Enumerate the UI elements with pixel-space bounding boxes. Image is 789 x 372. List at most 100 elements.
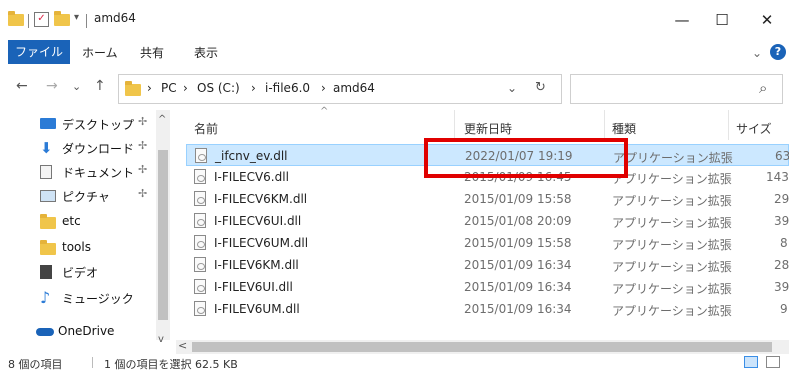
tab-share[interactable]: 共有: [140, 42, 164, 64]
dll-file-icon: [194, 279, 206, 294]
sidebar-item-label: ビデオ: [62, 266, 99, 280]
sidebar-item-documents[interactable]: ドキュメント ✢: [0, 160, 152, 184]
sidebar-item-tools[interactable]: tools: [0, 236, 152, 260]
sidebar-item-label: ミュージック: [62, 292, 134, 306]
scroll-up-icon[interactable]: ^: [158, 114, 166, 125]
divider: [92, 357, 93, 368]
file-type: アプリケーション拡張: [612, 238, 732, 252]
download-icon: ⬇: [40, 139, 53, 157]
breadcrumb-separator: ›: [147, 81, 152, 95]
breadcrumb-pc[interactable]: PC: [161, 81, 177, 95]
sidebar-item-music[interactable]: ♪ ミュージック: [0, 286, 152, 310]
divider: [86, 14, 87, 28]
sidebar-item-etc[interactable]: etc: [0, 210, 152, 234]
close-button[interactable]: ✕: [745, 6, 789, 34]
breadcrumb-separator: ›: [321, 81, 326, 95]
properties-icon[interactable]: ✓: [34, 12, 49, 27]
table-row[interactable]: I-FILEV6UI.dll 2015/01/09 16:34 アプリケーション…: [186, 276, 789, 298]
maximize-button[interactable]: ☐: [700, 6, 744, 34]
dll-file-icon: [194, 169, 206, 184]
folder-icon: [40, 240, 56, 255]
scrollbar-thumb[interactable]: [158, 150, 168, 320]
dll-file-icon: [194, 213, 206, 228]
file-name: _ifcnv_ev.dll: [215, 149, 288, 163]
sidebar-item-pictures[interactable]: ピクチャ ✢: [0, 184, 152, 208]
folder-icon: [40, 214, 56, 229]
column-header-date[interactable]: 更新日時: [464, 120, 512, 137]
file-size: 28: [774, 258, 789, 272]
window-title: amd64: [94, 11, 136, 25]
dll-file-icon: [194, 191, 206, 206]
pin-icon[interactable]: ✢: [138, 115, 147, 128]
horizontal-scrollbar[interactable]: <: [176, 339, 789, 354]
sidebar-item-videos[interactable]: ビデオ: [0, 260, 152, 284]
file-type: アプリケーション拡張: [612, 282, 732, 296]
help-icon[interactable]: ?: [770, 44, 786, 60]
address-bar[interactable]: › PC › OS (C:) › i-file6.0 › amd64 ⌄ ↻: [118, 74, 562, 104]
pin-icon[interactable]: ✢: [138, 163, 147, 176]
column-header-type[interactable]: 種類: [612, 120, 636, 137]
up-button[interactable]: ↑: [94, 78, 106, 94]
tab-file[interactable]: ファイル: [8, 40, 70, 64]
quick-access-dropdown-icon[interactable]: ▾: [74, 12, 79, 23]
table-row[interactable]: I-FILEV6KM.dll 2015/01/09 16:34 アプリケーション…: [186, 254, 789, 276]
sidebar-item-label: ドキュメント: [62, 166, 135, 180]
file-type: アプリケーション拡張: [612, 194, 732, 208]
breadcrumb-drive[interactable]: OS (C:): [197, 81, 240, 95]
column-header-size[interactable]: サイズ: [736, 120, 772, 137]
file-size: 8: [780, 236, 788, 250]
dll-file-icon: [194, 257, 206, 272]
status-bar: 8 個の項目 1 個の項目を選択 62.5 KB: [0, 354, 789, 371]
sidebar-item-label: OneDrive: [58, 324, 115, 338]
scroll-left-icon[interactable]: <: [178, 339, 187, 352]
sort-ascending-icon: ^: [320, 106, 329, 117]
divider: [604, 110, 605, 140]
table-row[interactable]: I-FILEV6UM.dll 2015/01/09 16:34 アプリケーション…: [186, 298, 789, 320]
file-type: アプリケーション拡張: [612, 216, 732, 230]
tab-home[interactable]: ホーム: [82, 42, 118, 64]
sidebar-item-label: ダウンロード: [62, 142, 135, 156]
file-date: 2015/01/09 16:34: [464, 280, 572, 294]
forward-button[interactable]: →: [46, 78, 58, 94]
scroll-down-icon[interactable]: v: [158, 334, 164, 345]
file-name: I-FILECV6UM.dll: [214, 236, 309, 250]
scrollbar-thumb[interactable]: [192, 342, 772, 352]
music-icon: ♪: [40, 288, 51, 307]
recent-locations-button[interactable]: ⌄: [72, 80, 81, 93]
breadcrumb-ifile[interactable]: i-file6.0: [265, 81, 310, 95]
file-name: I-FILEV6KM.dll: [214, 258, 299, 272]
tab-view[interactable]: 表示: [194, 42, 218, 64]
file-size: 9: [780, 302, 788, 316]
search-icon: ⌕: [759, 79, 768, 97]
breadcrumb-separator: ›: [251, 81, 256, 95]
desktop-icon: [40, 118, 56, 129]
sidebar-item-desktop[interactable]: デスクトップ ✢: [0, 112, 152, 136]
pictures-icon: [40, 190, 56, 202]
address-dropdown-icon[interactable]: ⌄: [507, 81, 517, 95]
file-size: 39: [774, 214, 789, 228]
ribbon-expand-icon[interactable]: ⌄: [752, 42, 762, 64]
file-type: アプリケーション拡張: [612, 260, 732, 274]
sidebar-item-onedrive[interactable]: OneDrive: [0, 320, 152, 344]
file-type: アプリケーション拡張: [612, 172, 732, 186]
document-icon: [40, 165, 52, 179]
sidebar-item-downloads[interactable]: ⬇ ダウンロード ✢: [0, 136, 152, 160]
large-icons-view-icon[interactable]: [766, 356, 780, 368]
search-input[interactable]: ⌕: [570, 74, 783, 104]
refresh-icon[interactable]: ↻: [535, 80, 546, 95]
pin-icon[interactable]: ✢: [138, 187, 147, 200]
sidebar-item-label: etc: [62, 214, 81, 228]
file-size: 39: [774, 280, 789, 294]
back-button[interactable]: ←: [16, 78, 28, 94]
table-row[interactable]: I-FILECV6KM.dll 2015/01/09 15:58 アプリケーショ…: [186, 188, 789, 210]
navigation-bar: ← → ⌄ ↑ › PC › OS (C:) › i-file6.0 › amd…: [0, 66, 789, 110]
new-folder-icon[interactable]: [54, 11, 70, 26]
table-row[interactable]: I-FILECV6UM.dll 2015/01/09 15:58 アプリケーショ…: [186, 232, 789, 254]
details-view-icon[interactable]: [744, 356, 758, 368]
file-size: 29: [774, 192, 789, 206]
breadcrumb-amd64[interactable]: amd64: [333, 81, 375, 95]
table-row[interactable]: I-FILECV6UI.dll 2015/01/08 20:09 アプリケーショ…: [186, 210, 789, 232]
minimize-button[interactable]: —: [660, 6, 704, 34]
column-header-name[interactable]: 名前: [194, 120, 218, 137]
pin-icon[interactable]: ✢: [138, 139, 147, 152]
